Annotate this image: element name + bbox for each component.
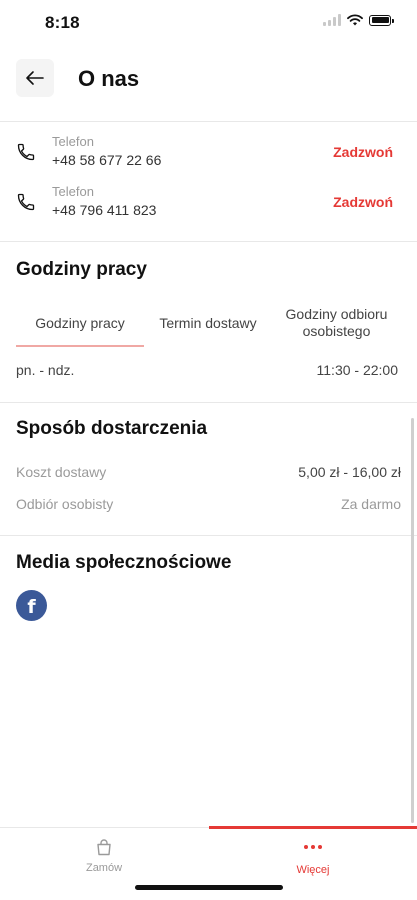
divider: [0, 241, 417, 242]
call-button[interactable]: Zadzwoń: [333, 194, 393, 210]
active-tab-indicator: [16, 345, 144, 347]
tab-delivery-time[interactable]: Termin dostawy: [144, 300, 272, 346]
nav-item-order[interactable]: Zamów: [0, 838, 208, 874]
hours-time: 11:30 - 22:00: [316, 362, 398, 378]
phone-icon: [17, 143, 35, 161]
nav-label-order: Zamów: [85, 862, 123, 874]
wifi-icon: [347, 14, 363, 26]
pickup-label: Odbiór osobisty: [16, 496, 114, 512]
contact-label: Telefon: [52, 184, 94, 199]
nav-active-indicator: [209, 826, 417, 829]
status-time: 8:18: [45, 13, 80, 32]
divider: [0, 402, 417, 403]
home-indicator: [135, 885, 283, 890]
contact-number: +48 796 411 823: [52, 202, 157, 218]
divider: [0, 121, 417, 122]
delivery-cost-value: 5,00 zł - 16,00 zł: [298, 464, 401, 480]
divider: [0, 535, 417, 536]
social-section-title: Media społecznościowe: [16, 552, 232, 573]
hours-days: pn. - ndz.: [16, 362, 75, 378]
nav-item-more[interactable]: Więcej: [209, 838, 417, 876]
scrollbar[interactable]: [411, 418, 414, 823]
more-dots-icon: [304, 838, 322, 856]
pickup-value: Za darmo: [341, 496, 401, 512]
contact-row-1: Telefon +48 58 677 22 66 Zadzwoń: [0, 132, 417, 176]
contact-row-2: Telefon +48 796 411 823 Zadzwoń: [0, 182, 417, 226]
status-icons: [323, 14, 394, 26]
contact-label: Telefon: [52, 134, 94, 149]
delivery-section-title: Sposób dostarczenia: [16, 418, 208, 439]
signal-icon: [323, 14, 341, 26]
facebook-icon[interactable]: f: [16, 590, 47, 621]
nav-label-more: Więcej: [296, 864, 330, 876]
hours-section-title: Godziny pracy: [16, 259, 147, 280]
bag-icon: [97, 839, 111, 856]
call-button[interactable]: Zadzwoń: [333, 144, 393, 160]
contact-number: +48 58 677 22 66: [52, 152, 162, 168]
phone-icon: [17, 193, 35, 211]
battery-icon: [369, 14, 394, 26]
delivery-cost-label: Koszt dostawy: [16, 464, 107, 480]
tab-pickup-hours[interactable]: Godziny odbioru osobistego: [272, 300, 401, 346]
tab-working-hours[interactable]: Godziny pracy: [16, 300, 144, 346]
arrow-left-icon: [26, 71, 44, 85]
back-button[interactable]: [16, 59, 54, 97]
page-title: O nas: [78, 66, 140, 91]
